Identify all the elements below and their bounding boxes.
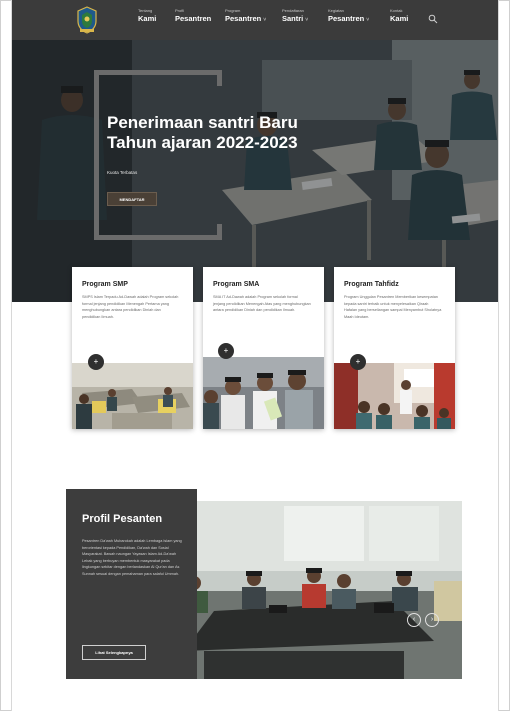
card-description: SMPS Islam Terpadu Ad-Dawah adalah Progr… xyxy=(82,295,179,319)
card-photo xyxy=(334,363,455,429)
slider-prev-button[interactable]: ‹ xyxy=(407,613,421,627)
card-expand-button[interactable]: + xyxy=(218,343,234,359)
card-title: Program SMP xyxy=(82,281,128,288)
nav-item-label-text: Kami xyxy=(390,14,409,23)
profile-panel: Profil Pesanten Pesantren Da'wah Mubarok… xyxy=(66,489,197,679)
nav-item-label-text: Pesantren xyxy=(175,14,212,23)
nav-item-label-text: Pesantren xyxy=(225,14,262,23)
program-card-sma: Program SMA SMA IT Ad-Dawah adalah Progr… xyxy=(203,267,324,429)
nav-item-program-pesantren[interactable]: Program Pesantren ˅ xyxy=(225,8,266,25)
search-icon[interactable] xyxy=(428,14,438,24)
nav-item-label-text: Kami xyxy=(138,14,157,23)
profile-description: Pesantren Da'wah Mubarokah adalah Lembag… xyxy=(82,539,182,576)
nav-item-label: Pesantren ˅ xyxy=(328,14,369,25)
hero-dark-overlay xyxy=(12,40,498,302)
read-more-button[interactable]: Lihat Selengkapnya xyxy=(82,645,146,660)
card-title: Program Tahfidz xyxy=(344,281,399,288)
hero-frame-decoration xyxy=(94,70,222,240)
slider-next-button[interactable]: › xyxy=(425,613,439,627)
card-photo xyxy=(72,363,193,429)
nav-item-kegiatan-pesantren[interactable]: Kegiatan Pesantren ˅ xyxy=(328,8,369,25)
program-card-tahfidz: Program Tahfidz Program Unggulan Pesantr… xyxy=(334,267,455,429)
hero-frame-decoration xyxy=(217,224,222,240)
card-expand-button[interactable]: + xyxy=(88,354,104,370)
nav-item-label: Pesantren xyxy=(175,14,211,24)
nav-item-label: Kami xyxy=(138,14,156,24)
hero-banner: Penerimaan santri Baru Tahun ajaran 2022… xyxy=(12,40,498,302)
hero-title: Penerimaan santri Baru Tahun ajaran 2022… xyxy=(107,113,298,152)
students-photo xyxy=(203,357,324,429)
nav-item-kontak-kami[interactable]: Kontak Kami xyxy=(390,8,408,24)
nav-item-pendaftaran-santri[interactable]: Pendaftaran Santri ˅ xyxy=(282,8,308,25)
register-button[interactable]: MENDAFTAR xyxy=(107,192,157,206)
program-card-smp: Program SMP SMPS Islam Terpadu Ad-Dawah … xyxy=(72,267,193,429)
profile-title: Profil Pesanten xyxy=(82,513,163,525)
tahfidz-photo xyxy=(334,363,455,429)
hero-subtitle: Kuota Terbatas xyxy=(107,170,138,175)
nav-item-label: Santri ˅ xyxy=(282,14,308,25)
pesantren-crest-icon[interactable] xyxy=(76,6,98,34)
chevron-down-icon: ˅ xyxy=(263,17,267,23)
chevron-down-icon: ˅ xyxy=(366,17,370,23)
nav-item-profil-pesantren[interactable]: Profil Pesantren xyxy=(175,8,211,24)
card-photo xyxy=(203,357,324,429)
hero-frame-decoration xyxy=(217,70,222,86)
nav-item-label: Kami xyxy=(390,14,408,24)
card-title: Program SMA xyxy=(213,281,260,288)
nav-item-tentang-kami[interactable]: Tentang Kami xyxy=(138,8,156,24)
nav-item-label-text: Pesantren xyxy=(328,14,365,23)
card-expand-button[interactable]: + xyxy=(350,354,366,370)
nav-item-label: Pesantren ˅ xyxy=(225,14,266,25)
top-navbar: Tentang Kami Profil Pesantren Program Pe… xyxy=(12,0,498,40)
card-description: Program Unggulan Pesantren Memberikan ke… xyxy=(344,295,442,319)
classroom-photo xyxy=(72,363,193,429)
card-description: SMA IT Ad-Dawah adalah Program sekolah f… xyxy=(213,295,311,312)
nav-item-label-text: Santri xyxy=(282,14,304,23)
page: Tentang Kami Profil Pesantren Program Pe… xyxy=(12,0,498,711)
chevron-down-icon: ˅ xyxy=(305,17,309,23)
